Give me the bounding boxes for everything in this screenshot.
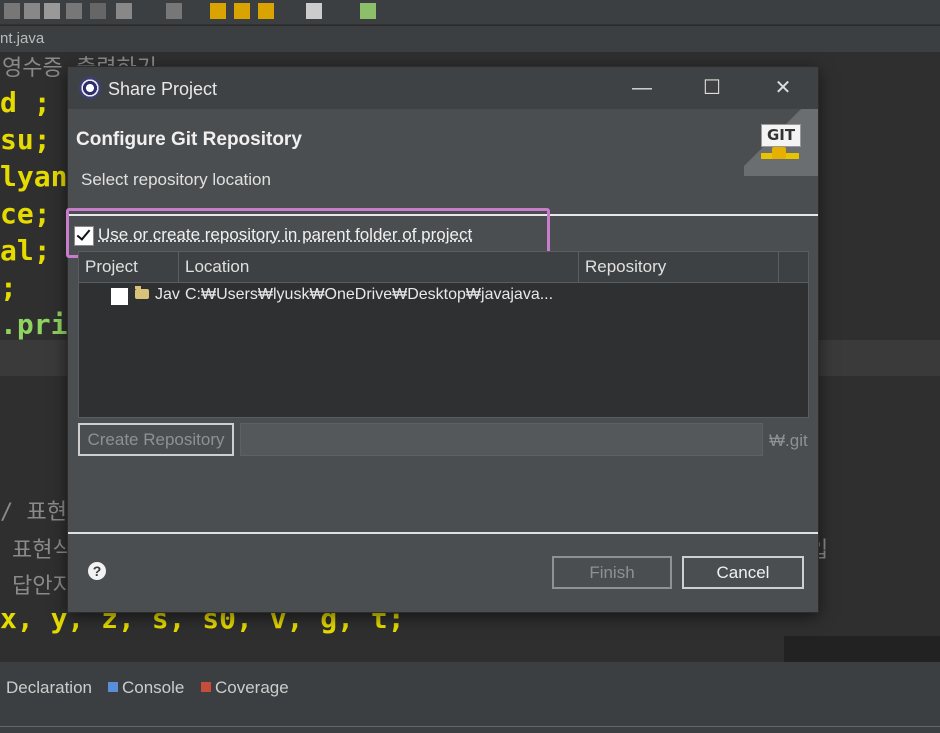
repository-path-field[interactable] — [240, 423, 763, 456]
divider — [0, 726, 940, 727]
git-pipe-icon — [772, 147, 786, 159]
wizard-title: Configure Git Repository — [76, 129, 302, 150]
tab-coverage[interactable]: Coverage — [201, 678, 289, 698]
editor-tab-label[interactable]: nt.java — [0, 30, 44, 47]
tab-label: Coverage — [215, 678, 289, 697]
toolbar-icon[interactable] — [24, 3, 40, 19]
main-toolbar — [0, 0, 940, 25]
column-project[interactable]: Project — [79, 252, 179, 282]
tab-label: Console — [122, 678, 185, 697]
console-icon — [108, 682, 118, 692]
forward-arrow-icon[interactable] — [234, 3, 250, 19]
toolbar-icon[interactable] — [360, 3, 376, 19]
wizard-header — [68, 109, 818, 215]
toolbar-icon[interactable] — [90, 3, 106, 19]
editor-tab-bar: nt.java — [0, 26, 940, 52]
maximize-button[interactable]: ☐ — [689, 75, 735, 101]
share-project-dialog: Share Project — ☐ ✕ Configure Git Reposi… — [66, 67, 818, 612]
git-suffix-label: ₩.git — [769, 431, 808, 450]
toolbar-icon[interactable] — [66, 3, 82, 19]
code-comment: 표현식 — [12, 538, 73, 563]
table-header: Project Location Repository — [79, 252, 808, 283]
code-line: ce; — [0, 197, 51, 230]
tab-console[interactable]: Console — [108, 678, 184, 698]
code-line: d ; — [0, 86, 51, 119]
cell-project: Jav — [155, 286, 180, 303]
tab-label: Declaration — [6, 678, 92, 697]
code-line: al; — [0, 234, 51, 267]
dialog-titlebar[interactable]: Share Project — ☐ ✕ — [68, 67, 818, 109]
next-arrow-icon[interactable] — [306, 3, 322, 19]
close-button[interactable]: ✕ — [760, 75, 806, 101]
cell-location: C:₩Users₩lyusk₩OneDrive₩Desktop₩javajava… — [185, 286, 554, 303]
back-arrow-icon[interactable] — [210, 3, 226, 19]
finish-button[interactable]: Finish — [552, 556, 672, 589]
eclipse-icon — [79, 77, 101, 99]
column-repository[interactable]: Repository — [579, 252, 779, 282]
git-logo-icon: GIT — [761, 124, 801, 147]
previous-edit-icon[interactable] — [258, 3, 274, 19]
toolbar-icon[interactable] — [4, 3, 20, 19]
code-line: ; — [0, 271, 17, 304]
code-comment: / 표현 — [0, 500, 67, 525]
toolbar-icon[interactable] — [44, 3, 60, 19]
cancel-button[interactable]: Cancel — [682, 556, 804, 589]
code-line: su; — [0, 123, 51, 156]
create-repository-button[interactable]: Create Repository — [78, 423, 234, 456]
divider — [68, 532, 818, 534]
wizard-description: Select repository location — [81, 170, 271, 189]
help-icon[interactable]: ? — [88, 562, 106, 580]
code-comment: 답안지 — [12, 574, 73, 599]
table-row[interactable]: Jav C:₩Users₩lyusk₩OneDrive₩Desktop₩java… — [79, 283, 808, 309]
toolbar-icon[interactable] — [166, 3, 182, 19]
coverage-icon — [201, 682, 211, 692]
dialog-title: Share Project — [108, 79, 218, 99]
column-location[interactable]: Location — [179, 252, 579, 282]
project-folder-icon — [135, 286, 149, 299]
minimize-button[interactable]: — — [619, 75, 665, 101]
tab-declaration[interactable]: Declaration — [6, 678, 92, 698]
project-table[interactable]: Project Location Repository Jav C:₩Users… — [78, 251, 809, 418]
editor-scrollbar[interactable] — [784, 636, 940, 662]
toolbar-icon[interactable] — [116, 3, 132, 19]
row-checkbox[interactable] — [111, 288, 128, 305]
